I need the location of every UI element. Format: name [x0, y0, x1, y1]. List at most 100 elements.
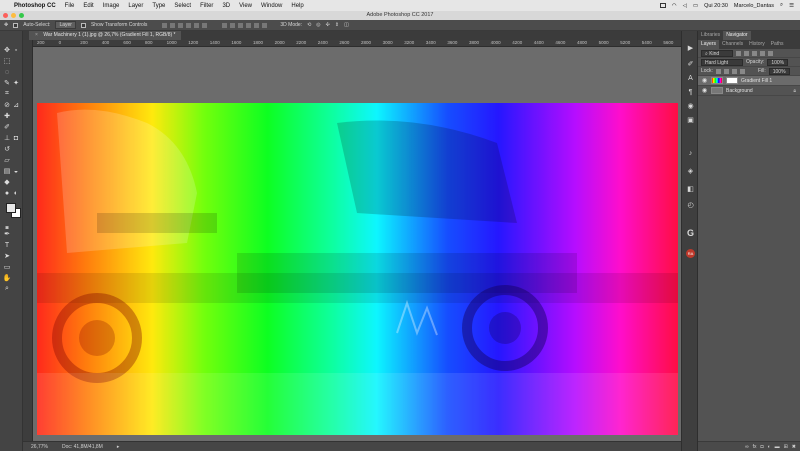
- lock-pixels-icon[interactable]: [723, 68, 729, 74]
- filter-smart-icon[interactable]: [768, 50, 773, 56]
- crop-icon[interactable]: ⌗: [2, 89, 12, 99]
- play-icon[interactable]: ▶: [686, 44, 695, 53]
- healing-icon[interactable]: ✚: [2, 111, 12, 121]
- zoom-icon[interactable]: ⌕: [2, 284, 12, 294]
- 3d-rotate-icon[interactable]: ⟲: [307, 22, 311, 28]
- blur-icon[interactable]: ◆: [2, 177, 12, 187]
- minimize-window-button[interactable]: [11, 13, 16, 18]
- spotlight-icon[interactable]: ⌕: [780, 2, 783, 9]
- status-arrow-icon[interactable]: ▸: [117, 444, 120, 450]
- menu-window[interactable]: Window: [261, 3, 282, 9]
- link-layers-icon[interactable]: ∞: [745, 444, 749, 450]
- layer-background[interactable]: ◉ Background 🔒︎: [698, 86, 800, 96]
- history-panel-icon[interactable]: ◴: [686, 201, 695, 210]
- align-center-icon[interactable]: [194, 22, 200, 28]
- screen-icon[interactable]: [659, 3, 666, 8]
- align-middle-icon[interactable]: [170, 22, 176, 28]
- align-right-icon[interactable]: [202, 22, 208, 28]
- filter-type-icon[interactable]: [752, 50, 757, 56]
- menu-file[interactable]: File: [65, 3, 75, 9]
- layer-gradient-fill[interactable]: ◉ Gradient Fill 1: [698, 76, 800, 86]
- menubar-clock[interactable]: Qui 20:30: [704, 3, 728, 9]
- paint-bucket-icon[interactable]: ◒: [11, 166, 21, 176]
- opacity-field[interactable]: 100%: [767, 58, 789, 66]
- layer-thumbnail[interactable]: [711, 77, 723, 84]
- foreground-color-swatch[interactable]: [6, 203, 16, 213]
- trash-icon[interactable]: ✖: [792, 444, 796, 450]
- kind-filter-dropdown[interactable]: ⌕ Kind: [701, 49, 733, 57]
- adjustments-icon[interactable]: ◉: [686, 102, 695, 111]
- tab-libraries[interactable]: Libraries: [698, 31, 723, 40]
- menu-edit[interactable]: Edit: [83, 3, 93, 9]
- lock-position-icon[interactable]: [731, 68, 737, 74]
- path-select-icon[interactable]: ➤: [2, 251, 12, 261]
- artboard-icon[interactable]: ▫: [11, 45, 21, 55]
- distribute-right-icon[interactable]: [262, 22, 268, 28]
- new-layer-icon[interactable]: ⊞: [784, 444, 788, 450]
- close-window-button[interactable]: [3, 13, 8, 18]
- menu-3d[interactable]: 3D: [222, 3, 230, 9]
- tab-channels[interactable]: Channels: [719, 40, 746, 49]
- distribute-center-icon[interactable]: [254, 22, 260, 28]
- paragraph-icon[interactable]: ¶: [686, 88, 695, 97]
- g-extension-icon[interactable]: G: [686, 229, 695, 238]
- menu-view[interactable]: View: [239, 3, 252, 9]
- timeline-icon[interactable]: ◧: [686, 185, 695, 194]
- lock-all-icon[interactable]: [739, 68, 745, 74]
- menu-select[interactable]: Select: [174, 3, 191, 9]
- document-image[interactable]: [37, 103, 678, 435]
- align-left-icon[interactable]: [186, 22, 192, 28]
- zoom-window-button[interactable]: [19, 13, 24, 18]
- menu-app-name[interactable]: Photoshop CC: [14, 3, 56, 9]
- shape-icon[interactable]: ▭: [2, 262, 12, 272]
- hand-icon[interactable]: ✋: [2, 273, 12, 283]
- layer-thumbnail[interactable]: [711, 87, 723, 94]
- character-icon[interactable]: A: [686, 74, 695, 83]
- menubar-user[interactable]: Marcelo_Dantas: [734, 3, 774, 9]
- filter-pixel-icon[interactable]: [736, 50, 741, 56]
- lock-transparent-icon[interactable]: [715, 68, 721, 74]
- layer-name[interactable]: Background: [726, 88, 753, 94]
- brush-icon[interactable]: ✐: [2, 122, 12, 132]
- layer-mask-thumbnail[interactable]: [726, 77, 738, 84]
- close-tab-icon[interactable]: ×: [35, 32, 38, 38]
- menu-help[interactable]: Help: [291, 3, 303, 9]
- new-adjustment-icon[interactable]: ◐: [768, 444, 771, 450]
- filter-shape-icon[interactable]: [760, 50, 765, 56]
- distribute-middle-icon[interactable]: [230, 22, 236, 28]
- volume-icon[interactable]: ◁: [683, 3, 687, 9]
- distribute-bottom-icon[interactable]: [238, 22, 244, 28]
- distribute-left-icon[interactable]: [246, 22, 252, 28]
- 3d-roll-icon[interactable]: ◎: [316, 22, 320, 28]
- 3d-slide-icon[interactable]: ⇕: [335, 22, 339, 28]
- history-brush-icon[interactable]: ↺: [2, 144, 12, 154]
- horizontal-ruler[interactable]: 200 0 200 400 600 800 1000 1200 1400 1600 1800 2000…: [33, 40, 681, 47]
- auto-select-checkbox[interactable]: [13, 22, 19, 28]
- layer-name[interactable]: Gradient Fill 1: [741, 78, 772, 84]
- align-bottom-icon[interactable]: [178, 22, 184, 28]
- wifi-icon[interactable]: ◠: [672, 3, 677, 9]
- brush-panel-icon[interactable]: ✐: [686, 60, 695, 69]
- tab-paths[interactable]: Paths: [768, 40, 787, 49]
- blend-mode-dropdown[interactable]: Hard Light: [701, 58, 743, 66]
- tab-history[interactable]: History: [746, 40, 768, 49]
- ruler-icon[interactable]: ⊿: [11, 100, 21, 110]
- 3d-scale-icon[interactable]: ◫: [344, 22, 349, 28]
- battery-icon[interactable]: ▭: [693, 3, 698, 9]
- layer-style-icon[interactable]: fx: [753, 444, 757, 450]
- tab-navigator[interactable]: Navigator: [723, 31, 751, 40]
- transform-controls-checkbox[interactable]: [80, 22, 86, 28]
- menu-layer[interactable]: Layer: [128, 3, 143, 9]
- tab-layers[interactable]: Layers: [698, 40, 720, 49]
- document-tab[interactable]: × War Machinery 1 (1).jpg @ 26,7% (Gradi…: [29, 31, 182, 40]
- menu-filter[interactable]: Filter: [200, 3, 213, 9]
- document-size[interactable]: Doc: 41,8M/41,8M: [62, 444, 103, 450]
- vertical-ruler[interactable]: [23, 40, 33, 441]
- zoom-level[interactable]: 26,77%: [31, 444, 48, 450]
- eye-icon[interactable]: ◉: [701, 87, 708, 94]
- 3d-pan-icon[interactable]: ✣: [326, 22, 330, 28]
- auto-select-dropdown[interactable]: Layer: [55, 21, 76, 29]
- notifications-icon[interactable]: ☰: [789, 3, 794, 9]
- pattern-stamp-icon[interactable]: ◘: [11, 133, 21, 143]
- canvas-workspace[interactable]: [33, 47, 681, 441]
